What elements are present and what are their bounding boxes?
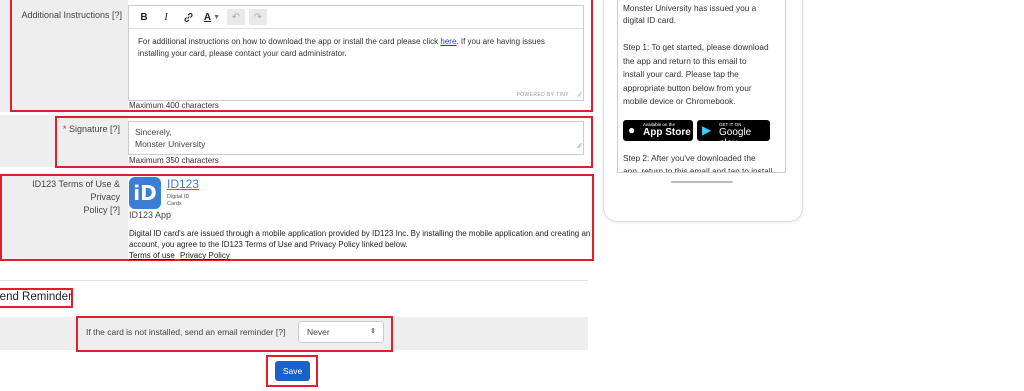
phone-screen: Monster University has issued you a digi… — [617, 0, 786, 173]
instructions-text-before: For additional instructions on how to do… — [138, 37, 441, 46]
font-color-button[interactable]: A ▼ — [201, 9, 223, 25]
play-icon: ▶ — [702, 123, 712, 137]
apple-icon: ● — [628, 123, 636, 137]
signature-label: Signature [?] — [68, 124, 120, 134]
instructions-max-hint: Maximum 400 characters — [129, 101, 219, 110]
powered-by-tiny[interactable]: POWERED BY TINY — [517, 92, 570, 98]
instructions-content[interactable]: For additional instructions on how to do… — [129, 29, 583, 67]
required-asterisk: * — [62, 124, 67, 134]
resize-handle-icon[interactable]: ∕∕ — [579, 92, 581, 99]
phone-step2: Step 2: After you've downloaded the app,… — [623, 152, 785, 173]
link-icon[interactable] — [179, 9, 197, 25]
instructions-editor[interactable]: B I A ▼ ↶ ↷ For additional instructions … — [128, 5, 584, 101]
section-divider — [0, 280, 588, 281]
reminder-select[interactable]: Never ⇕ — [298, 321, 384, 343]
phone-home-bar — [671, 181, 733, 183]
terms-links: Terms of use Privacy Policy — [129, 250, 589, 261]
chevron-down-icon: ▼ — [213, 13, 221, 21]
redo-icon[interactable]: ↷ — [249, 9, 267, 25]
bold-button[interactable]: B — [135, 9, 153, 25]
phone-intro-line-1: Monster University has issued you a — [623, 3, 757, 13]
app-name: ID123 App — [129, 210, 172, 220]
terms-body-line-1: Digital ID card's are issued through a m… — [129, 229, 591, 238]
phone-step1-line-4: appropriate button below from your — [623, 82, 752, 93]
id123-logo-letters: iD — [133, 181, 157, 205]
signature-line-2: Monster University — [135, 139, 206, 149]
terms-of-use-link[interactable]: Terms of use — [129, 251, 175, 260]
signature-max-hint: Maximum 350 characters — [129, 156, 219, 165]
privacy-policy-link[interactable]: Privacy Policy — [180, 251, 230, 260]
phone-intro: Monster University has issued you a digi… — [623, 2, 783, 26]
send-reminder-heading: Send Reminder — [0, 291, 72, 303]
italic-button[interactable]: I — [157, 9, 175, 25]
resize-handle-icon[interactable]: ∕∕ — [579, 141, 581, 153]
terms-body: Digital ID card's are issued through a m… — [129, 228, 591, 261]
phone-step1: Step 1: To get started, please download … — [623, 41, 783, 109]
id123-brand-sub: Digital ID Cards — [167, 194, 189, 208]
phone-intro-line-2: digital ID card. — [623, 15, 677, 25]
phone-step1-line-2: the app and return to this email to — [623, 55, 747, 66]
google-play-badge[interactable]: ▶ GET IT ON Google play — [697, 120, 770, 149]
phone-step1-line-1: Step 1: To get started, please download — [623, 42, 769, 52]
reminder-select-value: Never — [307, 327, 330, 337]
editor-toolbar: B I A ▼ ↶ ↷ — [129, 6, 583, 29]
phone-step1-line-3: install your card. Please tap the — [623, 69, 739, 80]
signature-line-1: Sincerely, — [135, 127, 172, 137]
phone-step2-line-1: Step 2: After you've downloaded the — [623, 153, 756, 163]
phone-step2-line-2: app, return to this email and tap to ins… — [623, 166, 773, 173]
id123-logo: iD — [129, 177, 161, 209]
select-arrows-icon: ⇕ — [370, 328, 376, 335]
instructions-label: Additional Instructions [?] — [21, 10, 122, 20]
signature-input[interactable]: Sincerely, Monster University ∕∕ — [128, 121, 584, 155]
google-play-big: Google play — [719, 127, 752, 149]
font-color-letter: A — [203, 11, 212, 23]
terms-label: ID123 Terms of Use & Privacy Policy [?] — [6, 178, 120, 217]
phone-step1-line-5: mobile device or Chromebook. — [623, 96, 736, 107]
instructions-here-link[interactable]: here — [440, 37, 456, 46]
signature-label-wrap: * Signature [?] — [12, 123, 120, 135]
terms-label-line-2: Policy [?] — [83, 205, 120, 215]
app-store-big: App Store — [643, 127, 691, 138]
terms-body-line-2: account, you agree to the ID123 Terms of… — [129, 240, 408, 249]
app-store-badge[interactable]: ● Available on the App Store — [623, 120, 693, 141]
brand-sub-line-2: Cards — [167, 201, 182, 207]
save-button[interactable]: Save — [275, 361, 310, 381]
undo-icon[interactable]: ↶ — [227, 9, 245, 25]
reminder-label: If the card is not installed, send an em… — [86, 327, 286, 337]
id123-brand-name: ID123 — [167, 177, 200, 191]
brand-sub-line-1: Digital ID — [167, 194, 190, 200]
terms-label-line-1: ID123 Terms of Use & Privacy — [32, 179, 120, 202]
